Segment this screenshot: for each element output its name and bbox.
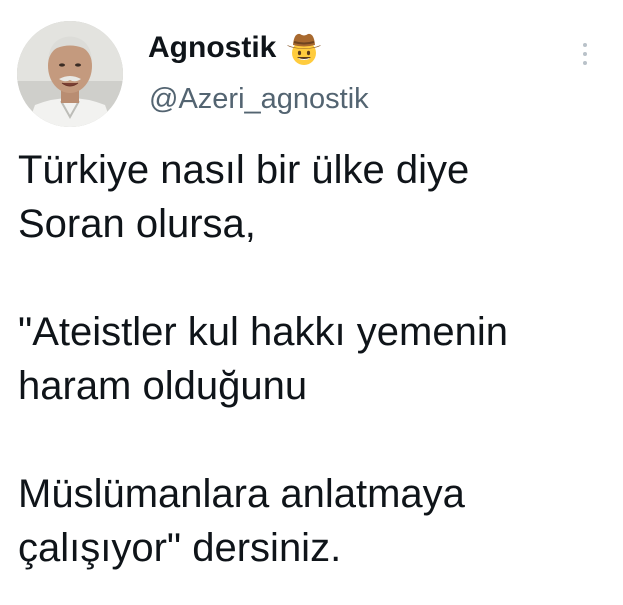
cowboy-hat-face-icon bbox=[284, 28, 324, 68]
tweet-text: Türkiye nasıl bir ülke diye Soran olursa… bbox=[18, 143, 618, 575]
more-dot bbox=[583, 61, 587, 65]
tweet-paragraph: Müslümanlara anlatmaya çalışıyor" dersin… bbox=[18, 472, 465, 570]
more-options-icon[interactable] bbox=[574, 36, 596, 72]
avatar-photo bbox=[17, 21, 123, 127]
more-dot bbox=[583, 52, 587, 56]
avatar[interactable] bbox=[17, 21, 123, 127]
tweet-card: Agnostik @Azeri_agnostik Türkiye nasıl b… bbox=[0, 0, 623, 605]
more-dot bbox=[583, 43, 587, 47]
author-display-name[interactable]: Agnostik bbox=[148, 28, 324, 68]
tweet-paragraph: "Ateistler kul hakkı yemenin haram olduğ… bbox=[18, 310, 508, 408]
author-handle[interactable]: @Azeri_agnostik bbox=[149, 80, 369, 118]
tweet-paragraph: Türkiye nasıl bir ülke diye Soran olursa… bbox=[18, 148, 470, 246]
author-display-name-text[interactable]: Agnostik bbox=[148, 28, 276, 68]
